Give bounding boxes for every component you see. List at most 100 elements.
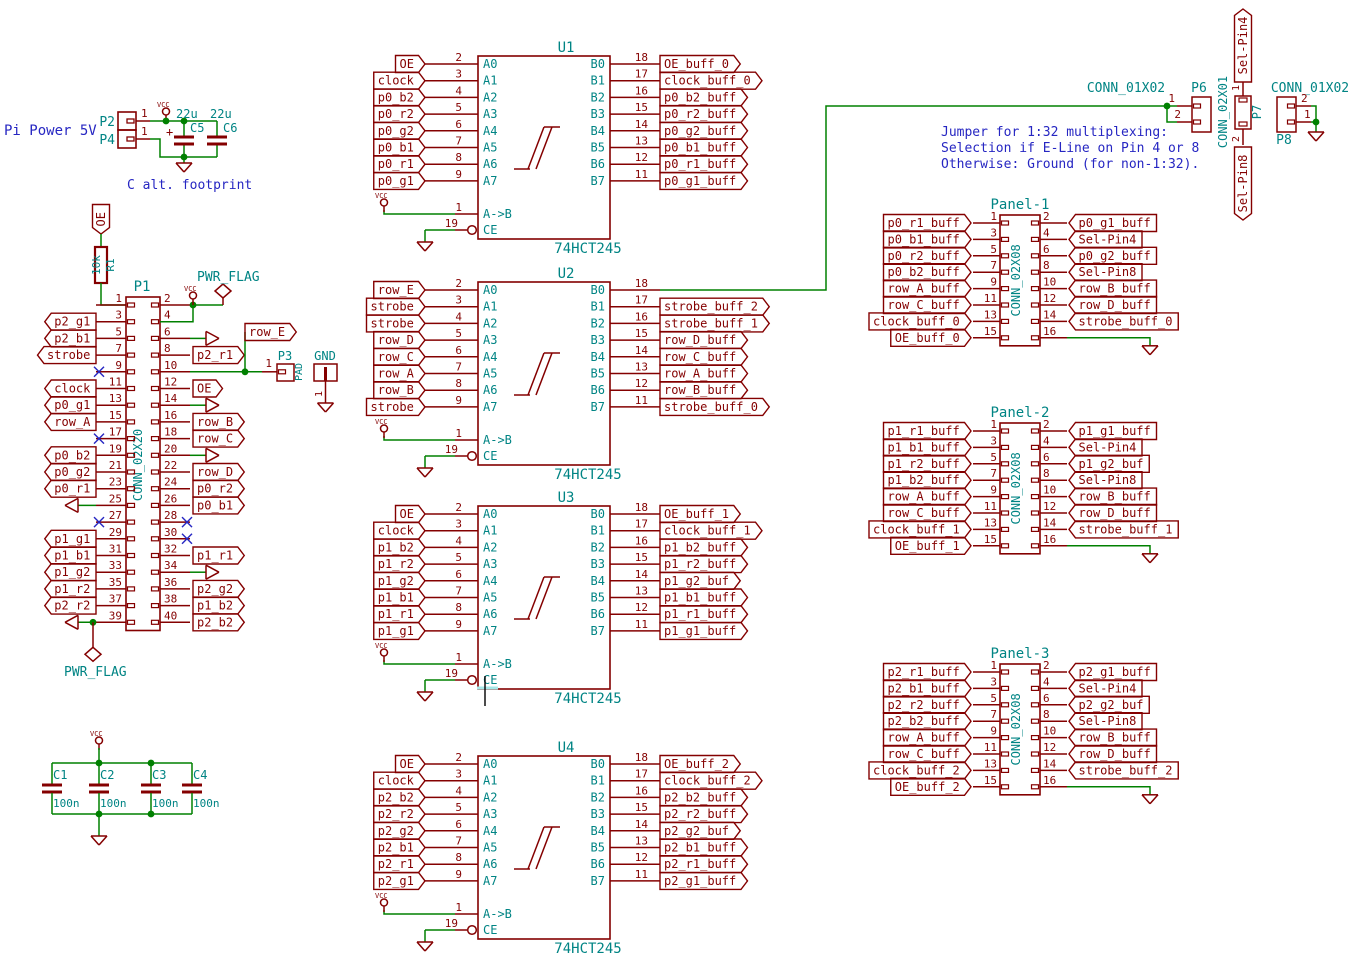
net-label-OE_buff_2[interactable]: OE_buff_2 — [660, 756, 740, 773]
pwr-flag-symbol[interactable]: PWR_FLAG — [64, 622, 127, 680]
net-label-p2_b1[interactable]: p2_b1 — [45, 330, 96, 347]
net-label-row_B_buff[interactable]: row_B_buff — [1069, 488, 1157, 505]
net-label-p2_g2[interactable]: p2_g2 — [193, 580, 244, 597]
net-label-p2_r2_buff[interactable]: p2_r2_buff — [660, 806, 748, 823]
net-label-OE_buff_0[interactable]: OE_buff_0 — [660, 56, 740, 73]
net-label-p0_r2[interactable]: p0_r2 — [374, 106, 425, 123]
connector-p1[interactable]: P1CONN_02X2012VCCPWR_FLAG34p2_g156p2_b17… — [38, 270, 338, 680]
net-label-p0_b2_buff[interactable]: p0_b2_buff — [660, 89, 748, 106]
gnd-symbol[interactable] — [417, 942, 433, 951]
net-label-p0_r1_buff[interactable]: p0_r1_buff — [660, 156, 748, 173]
net-label-p1_g1_buff[interactable]: p1_g1_buff — [660, 622, 748, 639]
gnd-symbol[interactable] — [1308, 132, 1324, 141]
net-label-p0_r1[interactable]: p0_r1 — [374, 156, 425, 173]
net-label-OE_buff_2[interactable]: OE_buff_2 — [891, 778, 971, 795]
net-label-p1_g1[interactable]: p1_g1 — [45, 530, 96, 547]
net-label-strobe_buff_1[interactable]: strobe_buff_1 — [1069, 521, 1178, 538]
net-label-p2_b1_buff[interactable]: p2_b1_buff — [660, 839, 748, 856]
gnd-symbol[interactable] — [417, 468, 433, 477]
schematic-svg[interactable]: Pi Power 5VC alt. footprintP2P411VCC+22u… — [0, 0, 1354, 969]
net-label-row_D[interactable]: row_D — [193, 464, 244, 481]
net-label-p0_g1[interactable]: p0_g1 — [374, 172, 425, 189]
net-label-row_E[interactable]: row_E — [245, 324, 296, 341]
ic-u3[interactable]: U374HCT2452A0OE3A1clock4A2p1_b25A3p1_r26… — [374, 490, 762, 707]
net-label-p2_r2[interactable]: p2_r2 — [374, 806, 425, 823]
net-label-p0_b1[interactable]: p0_b1 — [193, 497, 244, 514]
net-label-p1_b2_buff[interactable]: p1_b2_buff — [884, 472, 972, 489]
net-label-p1_b1[interactable]: p1_b1 — [374, 589, 425, 606]
net-label-p1_g2[interactable]: p1_g2 — [45, 564, 96, 581]
net-label-Sel-Pin4[interactable]: Sel-Pin4 — [1069, 231, 1142, 248]
net-label-p1_g2[interactable]: p1_g2 — [374, 572, 425, 589]
net-label-p0_r1[interactable]: p0_r1 — [45, 480, 96, 497]
wire[interactable] — [1067, 787, 1150, 795]
net-label-row_B[interactable]: row_B — [374, 382, 425, 399]
net-label-row_B_buff[interactable]: row_B_buff — [1069, 729, 1157, 746]
vcc-symbol[interactable]: VCC — [184, 285, 197, 305]
wire[interactable] — [384, 910, 455, 914]
net-label-row_D_buff[interactable]: row_D_buff — [1069, 297, 1157, 314]
net-label-p0_b2[interactable]: p0_b2 — [45, 447, 96, 464]
net-label-p1_b2[interactable]: p1_b2 — [193, 597, 244, 614]
ic-u2[interactable]: U274HCT2452A0row_E3A1strobe4A2strobe5A3r… — [367, 266, 770, 483]
net-label-p2_g2[interactable]: p2_g2 — [374, 822, 425, 839]
wire[interactable] — [384, 210, 455, 214]
net-label-row_A[interactable]: row_A — [45, 413, 96, 430]
power-input-section[interactable]: Pi Power 5VC alt. footprintP2P411VCC+22u… — [4, 101, 252, 193]
net-label-row_A_buff[interactable]: row_A_buff — [884, 729, 972, 746]
gnd-symbol[interactable] — [206, 448, 219, 462]
net-label-row_B_buff[interactable]: row_B_buff — [1069, 280, 1157, 297]
net-label-p1_g2_buf[interactable]: p1_g2_buf — [1069, 455, 1149, 472]
connector-panel-1[interactable]: Panel-1CONN_02X0812p0_r1_buffp0_g1_buff3… — [869, 197, 1178, 355]
gnd-symbol[interactable] — [176, 163, 192, 172]
net-label-clock[interactable]: clock — [374, 522, 425, 539]
connector-panel-2[interactable]: Panel-2CONN_02X0812p1_r1_buffp1_g1_buff3… — [869, 405, 1178, 563]
net-label-p0_b1[interactable]: p0_b1 — [374, 139, 425, 156]
net-label-p2_r2_buff[interactable]: p2_r2_buff — [884, 696, 972, 713]
net-label-Sel-Pin8[interactable]: Sel-Pin8 — [1069, 713, 1142, 730]
net-label-p1_b2[interactable]: p1_b2 — [374, 539, 425, 556]
net-label-OE[interactable]: OE — [396, 56, 426, 73]
wire[interactable] — [384, 660, 455, 664]
net-label-clock_buff_1[interactable]: clock_buff_1 — [660, 522, 762, 539]
net-label-strobe[interactable]: strobe — [367, 298, 426, 315]
gnd-symbol[interactable] — [206, 398, 219, 412]
net-label-p2_r1[interactable]: p2_r1 — [374, 856, 425, 873]
net-label-p1_r2[interactable]: p1_r2 — [374, 556, 425, 573]
net-label-p1_b2_buff[interactable]: p1_b2_buff — [660, 539, 748, 556]
net-label-p2_g1[interactable]: p2_g1 — [45, 313, 96, 330]
net-label-OE[interactable]: OE — [93, 205, 110, 235]
net-label-p1_r2[interactable]: p1_r2 — [45, 580, 96, 597]
gnd-symbol[interactable] — [206, 565, 219, 579]
net-label-clock[interactable]: clock — [374, 772, 425, 789]
net-label-clock_buff_0[interactable]: clock_buff_0 — [869, 313, 971, 330]
net-label-clock_buff_1[interactable]: clock_buff_1 — [869, 521, 971, 538]
net-label-Sel-Pin4[interactable]: Sel-Pin4 — [1069, 439, 1142, 456]
net-label-OE_buff_1[interactable]: OE_buff_1 — [891, 537, 971, 554]
net-label-p1_b1[interactable]: p1_b1 — [45, 547, 96, 564]
net-label-p2_b2_buff[interactable]: p2_b2_buff — [884, 713, 972, 730]
net-label-p2_b1[interactable]: p2_b1 — [374, 839, 425, 856]
net-label-strobe[interactable]: strobe — [367, 315, 426, 332]
net-label-p2_r2[interactable]: p2_r2 — [45, 597, 96, 614]
net-label-clock_buff_0[interactable]: clock_buff_0 — [660, 72, 762, 89]
net-label-p1_r2_buff[interactable]: p1_r2_buff — [660, 556, 748, 573]
net-label-p2_b2[interactable]: p2_b2 — [193, 614, 244, 631]
gnd-symbol[interactable] — [65, 615, 78, 629]
net-label-row_D[interactable]: row_D — [374, 332, 425, 349]
net-label-clock[interactable]: clock — [374, 72, 425, 89]
net-label-p0_b2[interactable]: p0_b2 — [374, 89, 425, 106]
pwr-flag-symbol[interactable]: PWR_FLAG — [197, 270, 260, 305]
net-label-row_C_buff[interactable]: row_C_buff — [884, 297, 972, 314]
net-label-strobe_buff_0[interactable]: strobe_buff_0 — [1069, 313, 1178, 330]
net-label-Sel-Pin4[interactable]: Sel-Pin4 — [1235, 9, 1252, 82]
net-label-row_A_buff[interactable]: row_A_buff — [884, 488, 972, 505]
net-label-p1_r1_buff[interactable]: p1_r1_buff — [884, 423, 972, 440]
net-label-p1_g1_buff[interactable]: p1_g1_buff — [1069, 423, 1157, 440]
gnd-symbol[interactable] — [91, 836, 107, 845]
net-label-Sel-Pin4[interactable]: Sel-Pin4 — [1069, 680, 1142, 697]
net-label-p0_r1_buff[interactable]: p0_r1_buff — [884, 215, 972, 232]
net-label-p2_b2_buff[interactable]: p2_b2_buff — [660, 789, 748, 806]
net-label-OE[interactable]: OE — [193, 380, 223, 397]
net-label-Sel-Pin8[interactable]: Sel-Pin8 — [1069, 472, 1142, 489]
